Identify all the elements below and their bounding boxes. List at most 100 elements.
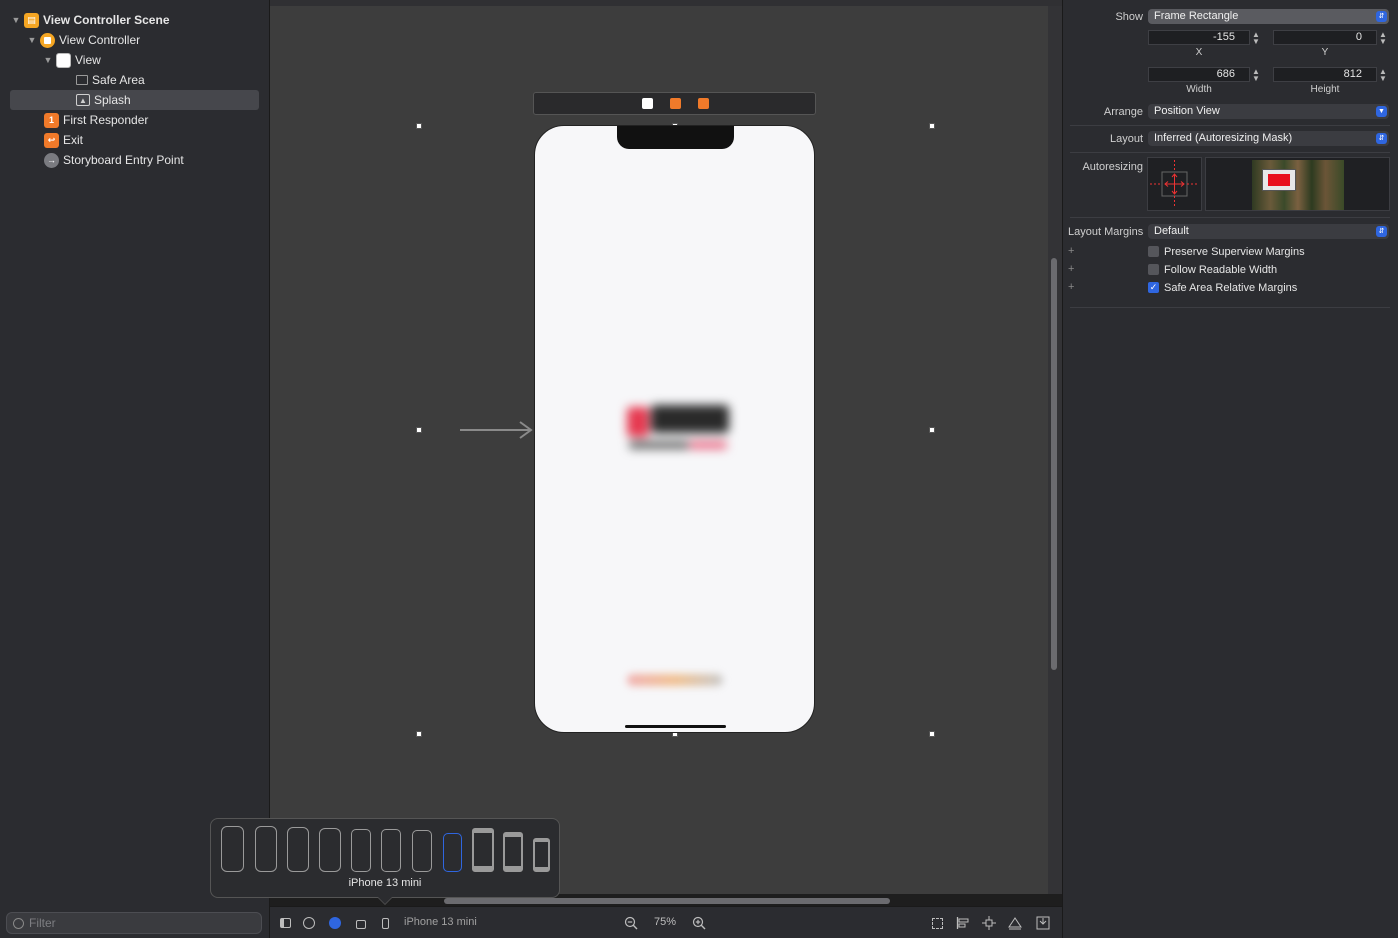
outline-item-view-controller-scene[interactable]: ▼ ▤ View Controller Scene (10, 10, 259, 30)
outline-item-first-responder[interactable]: 1 First Responder (10, 110, 259, 130)
zoom-in-icon[interactable] (692, 916, 706, 930)
device-option[interactable] (381, 829, 401, 872)
y-field[interactable]: 0 ▲ ▼ (1273, 30, 1387, 46)
chevron-down-icon[interactable]: ▼ (42, 54, 54, 66)
y-stepper[interactable]: ▲ ▼ (1378, 31, 1388, 46)
add-variation-icon[interactable]: + (1068, 263, 1074, 275)
scene-dock[interactable] (533, 92, 816, 115)
device-icon[interactable] (378, 916, 392, 930)
arrange-popup[interactable]: Position View ▼ (1148, 104, 1389, 119)
outline-item-safe-area[interactable]: Safe Area (10, 70, 259, 90)
device-option[interactable] (319, 828, 341, 872)
splash-footer (627, 674, 723, 686)
outline-item-view-controller[interactable]: ▼ View Controller (10, 30, 259, 50)
toggle-outline-icon[interactable] (278, 916, 292, 930)
add-variation-icon[interactable]: + (1068, 245, 1074, 257)
device-option[interactable] (255, 826, 277, 872)
safe-area-icon (76, 75, 88, 85)
resize-handle[interactable] (416, 427, 422, 433)
chevron-down-icon[interactable]: ▼ (10, 14, 22, 26)
device-option[interactable] (412, 830, 432, 872)
chevron-down-icon[interactable]: ▼ (26, 34, 38, 46)
layout-margins-popup[interactable]: Default ⇵ (1148, 224, 1389, 239)
autoresizing-springs-icon (1150, 160, 1199, 208)
chevron-up-down-icon: ⇵ (1376, 133, 1387, 144)
iphone-frame[interactable] (534, 125, 815, 733)
x-stepper[interactable]: ▲ ▼ (1251, 31, 1261, 46)
device-option[interactable] (503, 832, 523, 872)
resolve-issues-icon[interactable] (1008, 916, 1022, 930)
safe-area-relative-margins-checkbox[interactable]: ✓ (1148, 282, 1159, 293)
divider (1070, 152, 1390, 153)
resize-handle[interactable] (929, 731, 935, 737)
device-option[interactable] (221, 826, 244, 872)
outline-item-label: Storyboard Entry Point (63, 153, 184, 167)
add-constraints-icon[interactable] (982, 916, 996, 930)
popover-caret-fill (378, 897, 392, 904)
device-option-selected[interactable] (443, 833, 462, 872)
first-responder-icon[interactable] (670, 98, 681, 109)
outline-item-label: Splash (94, 93, 131, 107)
x-field[interactable]: -155 ▲ ▼ (1148, 30, 1260, 46)
vertical-scrollbar[interactable] (1051, 258, 1057, 670)
height-field[interactable]: 812 ▲ ▼ (1273, 67, 1387, 83)
horizontal-scrollbar[interactable] (444, 898, 890, 904)
x-caption: X (1195, 47, 1203, 58)
height-value: 812 (1343, 68, 1362, 80)
home-indicator (625, 725, 726, 728)
add-variation-icon[interactable]: + (1068, 281, 1074, 293)
appearance-icon[interactable] (302, 916, 316, 930)
height-stepper[interactable]: ▲ ▼ (1378, 68, 1388, 83)
update-frames-icon[interactable] (930, 916, 944, 930)
autoresizing-mask-editor[interactable] (1147, 157, 1202, 211)
arrange-label: Arrange (1103, 106, 1143, 118)
zoom-out-icon[interactable] (624, 916, 638, 930)
show-popup[interactable]: Frame Rectangle ⇵ (1148, 9, 1389, 24)
resize-handle[interactable] (416, 123, 422, 129)
device-picker-popover: iPhone 13 mini (210, 818, 560, 905)
preview-view (1268, 174, 1290, 186)
align-icon[interactable] (956, 916, 970, 930)
scene-icon: ▤ (24, 12, 39, 28)
width-field[interactable]: 686 ▲ ▼ (1148, 67, 1260, 83)
outline-item-splash[interactable]: ▲ Splash (10, 90, 259, 110)
device-option[interactable] (351, 829, 371, 872)
zoom-level: 75% (654, 916, 677, 928)
accessibility-icon[interactable] (328, 916, 342, 930)
layout-value: Inferred (Autoresizing Mask) (1154, 132, 1293, 144)
device-option[interactable] (533, 838, 550, 872)
layout-label: Layout (1109, 133, 1143, 145)
preview-superview (1262, 169, 1296, 191)
arrange-value: Position View (1154, 105, 1220, 117)
follow-readable-width-checkbox[interactable] (1148, 264, 1159, 275)
safe-area-relative-margins-label: Safe Area Relative Margins (1164, 282, 1298, 294)
orientation-icon[interactable] (354, 916, 368, 930)
entry-point-arrow[interactable] (460, 420, 534, 440)
filter-input[interactable] (29, 916, 249, 930)
outline-item-storyboard-entry-point[interactable]: → Storyboard Entry Point (10, 150, 259, 170)
outline-item-label: View Controller Scene (43, 13, 170, 27)
preserve-superview-margins-checkbox[interactable] (1148, 246, 1159, 257)
outline-item-label: First Responder (63, 113, 149, 127)
preserve-superview-margins-label: Preserve Superview Margins (1164, 246, 1305, 258)
resize-handle[interactable] (929, 427, 935, 433)
resize-handle[interactable] (416, 731, 422, 737)
resize-handle[interactable] (929, 123, 935, 129)
outline-item-label: Safe Area (92, 73, 145, 87)
exit-icon[interactable] (698, 98, 709, 109)
layout-popup[interactable]: Inferred (Autoresizing Mask) ⇵ (1148, 131, 1389, 146)
view-controller-icon (40, 32, 55, 48)
view-icon (56, 52, 71, 68)
device-name-label[interactable]: iPhone 13 mini (404, 916, 477, 928)
document-outline: ▼ ▤ View Controller Scene ▼ View Control… (0, 0, 270, 938)
device-option[interactable] (287, 827, 309, 872)
follow-readable-width-label: Follow Readable Width (1164, 264, 1278, 276)
splash-logo (623, 401, 733, 461)
outline-item-exit[interactable]: ↩ Exit (10, 130, 259, 150)
width-stepper[interactable]: ▲ ▼ (1251, 68, 1261, 83)
outline-item-view[interactable]: ▼ View (10, 50, 259, 70)
embed-in-icon[interactable] (1036, 916, 1050, 930)
outline-filter[interactable] (6, 912, 262, 934)
view-controller-icon[interactable] (642, 98, 653, 109)
device-option[interactable] (472, 828, 494, 872)
